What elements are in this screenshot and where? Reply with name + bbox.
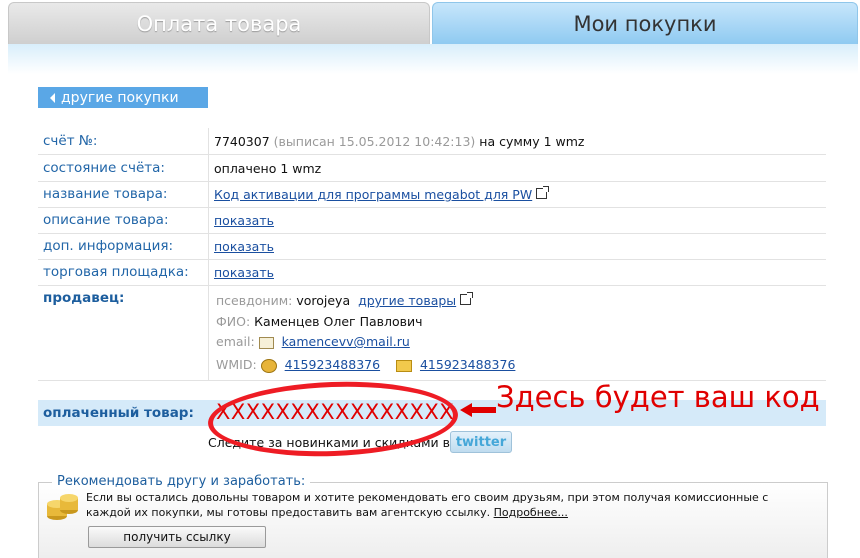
seller-other-goods-link[interactable]: другие товары [358,293,456,308]
get-link-button[interactable]: получить ссылку [88,526,266,548]
arrow-left-icon [50,92,55,103]
marketplace-label: торговая площадка: [43,264,189,280]
arrow-left-icon [460,403,496,417]
row-marketplace: торговая площадка: показать [38,259,826,286]
seller-alias: vorojeya [296,293,351,308]
recommend-more-link[interactable]: Подробнее... [494,506,568,519]
paid-product-label: оплаченный товар: [43,405,194,421]
seller-wmid-link[interactable]: 415923488376 [285,357,380,372]
header-band [8,44,858,74]
product-name-link[interactable]: Код активации для программы megabot для … [214,187,532,202]
invoice-status-label: состояние счёта: [43,160,165,176]
webmoney-envelope-icon[interactable] [395,359,412,372]
invoice-number: 7740307 [214,134,270,149]
invoice-status: оплачено 1 wmz [214,161,322,176]
annotation-text: Здесь будет ваш код [496,380,820,414]
row-description: описание товара: показать [38,207,826,234]
invoice-sum: на сумму 1 wmz [479,134,585,149]
mail-icon [258,336,274,349]
product-name-value: Код активации для программы megabot для … [214,186,550,202]
seller-fio: Каменцев Олег Павлович [254,314,423,329]
seller-email-label: email: [216,334,255,349]
tab-payment[interactable]: Оплата товара [8,2,430,44]
seller-wmid-message-link[interactable]: 415923488376 [420,357,515,372]
recommend-description: Если вы остались довольны товаром и хоти… [86,491,769,519]
invoice-number-label: счёт №: [43,133,98,149]
other-purchases-button[interactable]: другие покупки [38,87,208,108]
recommend-text: Если вы остались довольны товаром и хоти… [86,490,786,520]
extra-info-show-link[interactable]: показать [214,239,274,254]
row-invoice-number: счёт №: 7740307 (выписан 15.05.2012 10:4… [38,128,826,155]
external-link-icon[interactable] [536,186,550,199]
webmoney-key-icon [260,358,277,373]
seller-wmid-label: WMID: [216,357,257,372]
description-label: описание товара: [43,212,169,228]
extra-info-label: доп. информация: [43,238,174,254]
seller-fio-label: ФИО: [216,314,251,329]
tab-my-purchases[interactable]: Мои покупки [432,2,858,44]
row-product-name: название товара: Код активации для прогр… [38,181,826,208]
seller-label: продавец: [43,290,125,306]
seller-wmid-line: WMID: 415923488376 415923488376 [216,357,515,373]
tab-bar: Оплата товара Мои покупки [0,0,860,46]
seller-email-line: email: kamencevv@mail.ru [216,334,410,349]
row-invoice-status: состояние счёта: оплачено 1 wmz [38,155,826,182]
description-show-link[interactable]: показать [214,213,274,228]
external-link-icon[interactable] [460,292,474,305]
seller-email-link[interactable]: kamencevv@mail.ru [282,334,410,349]
seller-fio-line: ФИО: Каменцев Олег Павлович [216,314,423,329]
other-purchases-label: другие покупки [61,89,179,106]
row-extra-info: доп. информация: показать [38,233,826,260]
invoice-issued: (выписан 15.05.2012 10:42:13) [273,134,476,149]
coins-icon [47,494,78,520]
seller-alias-line: псевдоним: vorojeya другие товары [216,292,474,308]
recommend-title: Рекомендовать другу и заработать: [52,474,311,489]
seller-alias-label: псевдоним: [216,293,293,308]
invoice-number-value: 7740307 (выписан 15.05.2012 10:42:13) на… [214,134,585,149]
twitter-button[interactable]: twitter [450,431,512,453]
marketplace-show-link[interactable]: показать [214,265,274,280]
product-name-label: название товара: [43,186,168,202]
